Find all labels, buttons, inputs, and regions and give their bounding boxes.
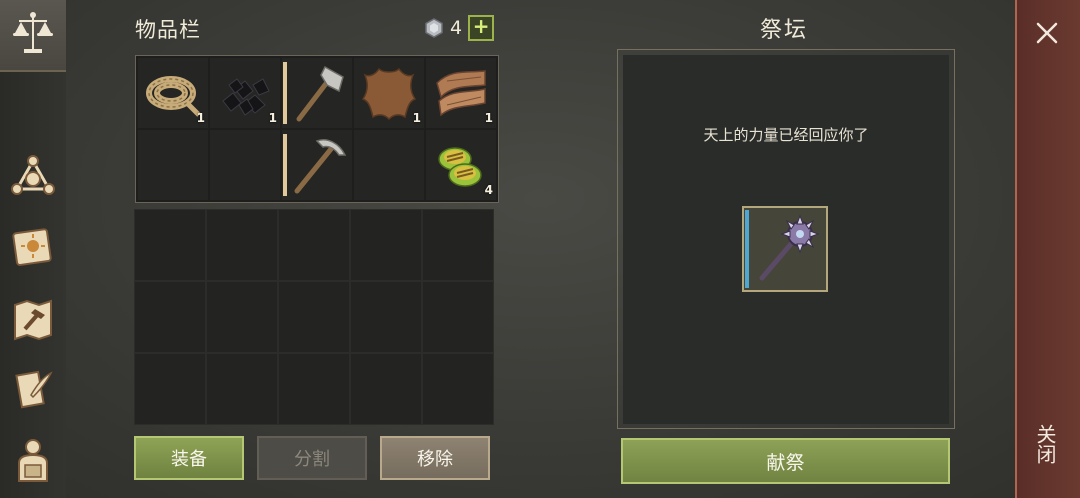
equip-button[interactable]: 装备 bbox=[134, 436, 244, 480]
inventory-slot-empty[interactable] bbox=[210, 130, 280, 200]
item-quantity: 1 bbox=[484, 111, 493, 125]
inventory-slot-empty[interactable] bbox=[206, 209, 278, 281]
inventory-grid-lower bbox=[134, 209, 494, 425]
inventory-slot-rope[interactable]: 1 bbox=[138, 58, 208, 128]
inventory-slot-vegetables[interactable]: 4 bbox=[426, 130, 496, 200]
item-quantity: 4 bbox=[484, 183, 493, 197]
cooked-vegetables-icon bbox=[438, 147, 482, 187]
split-button[interactable]: 分割 bbox=[257, 436, 367, 480]
sun-book-icon bbox=[12, 228, 52, 266]
item-quantity: 1 bbox=[268, 111, 277, 125]
scroll-quill-icon bbox=[15, 370, 53, 409]
altar-message: 天上的力量已经回应你了 bbox=[703, 126, 869, 144]
durability-bar bbox=[745, 210, 749, 288]
currency-count: 4 bbox=[450, 17, 463, 39]
coal-icon bbox=[222, 78, 270, 116]
sidebar-item-scroll[interactable] bbox=[6, 362, 60, 416]
inventory-slot-empty[interactable] bbox=[350, 281, 422, 353]
inventory-slot-empty[interactable] bbox=[278, 209, 350, 281]
stone-axe-icon bbox=[296, 65, 344, 122]
leather-hide-icon bbox=[361, 67, 417, 121]
inventory-slot-empty[interactable] bbox=[354, 130, 424, 200]
rope-icon bbox=[146, 76, 201, 117]
silver-coin-icon bbox=[425, 18, 443, 38]
sidebar-item-book[interactable] bbox=[6, 220, 60, 274]
inventory-slot-coal[interactable]: 1 bbox=[210, 58, 280, 128]
inventory-slot-empty[interactable] bbox=[278, 353, 350, 425]
stone-pickaxe-icon bbox=[294, 139, 347, 194]
cloth-icon bbox=[436, 70, 486, 117]
sidebar-item-crafting[interactable] bbox=[6, 292, 60, 346]
triangle-nodes-icon bbox=[11, 155, 55, 195]
crafting-map-icon bbox=[14, 299, 52, 341]
inventory-slot-empty[interactable] bbox=[422, 209, 494, 281]
inventory-slot-empty[interactable] bbox=[422, 353, 494, 425]
item-quantity: 1 bbox=[412, 111, 421, 125]
altar-offering-slot[interactable] bbox=[742, 206, 828, 292]
remove-button[interactable]: 移除 bbox=[380, 436, 490, 480]
add-currency-button[interactable]: + bbox=[468, 15, 495, 41]
currency: 4 + bbox=[424, 15, 495, 41]
close-label[interactable]: 关闭 bbox=[1033, 424, 1060, 464]
inventory-slot-empty[interactable] bbox=[134, 209, 206, 281]
inventory-slot-empty[interactable] bbox=[422, 281, 494, 353]
inventory-slot-empty[interactable] bbox=[206, 281, 278, 353]
inventory-slot-empty[interactable] bbox=[134, 281, 206, 353]
sidebar-item-nodes[interactable] bbox=[6, 150, 60, 204]
sacrifice-button[interactable]: 献祭 bbox=[621, 438, 950, 484]
inventory-slot-stone-axe[interactable] bbox=[282, 58, 352, 128]
inventory-slot-empty[interactable] bbox=[350, 353, 422, 425]
inventory-grid: 1 1 1 1 4 bbox=[135, 55, 499, 203]
inventory-slot-empty[interactable] bbox=[278, 281, 350, 353]
inventory-slot-empty[interactable] bbox=[206, 353, 278, 425]
inventory-slot-empty[interactable] bbox=[350, 209, 422, 281]
backpack-character-icon bbox=[18, 439, 48, 482]
close-icon[interactable] bbox=[1034, 20, 1060, 46]
spiked-mace-icon bbox=[759, 214, 820, 281]
sidebar-item-character[interactable] bbox=[6, 432, 60, 486]
sidebar-tab-active[interactable] bbox=[0, 0, 66, 72]
inventory-title: 物品栏 bbox=[135, 18, 201, 42]
altar-title: 祭坛 bbox=[760, 18, 809, 43]
item-quantity: 1 bbox=[196, 111, 205, 125]
inventory-slot-stone-pickaxe[interactable] bbox=[282, 130, 352, 200]
scales-icon bbox=[6, 6, 60, 60]
inventory-slot-leather[interactable]: 1 bbox=[354, 58, 424, 128]
inventory-slot-empty[interactable] bbox=[138, 130, 208, 200]
inventory-slot-empty[interactable] bbox=[134, 353, 206, 425]
inventory-slot-cloth[interactable]: 1 bbox=[426, 58, 496, 128]
